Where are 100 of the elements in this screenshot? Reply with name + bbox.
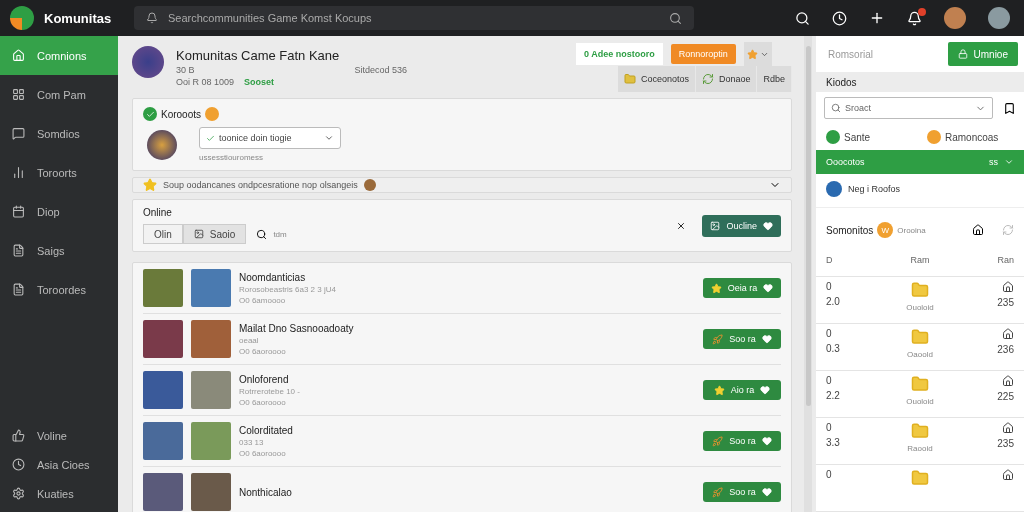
segment-button[interactable]: Olin <box>143 224 183 244</box>
group-title: Somonitos <box>826 224 874 236</box>
sidebar-item[interactable]: Somdios <box>0 114 118 153</box>
heart-icon <box>763 283 774 293</box>
game-subtitle: Rorosobeastris 6a3 2 3 jU4 <box>239 284 337 294</box>
search-icon <box>256 228 268 240</box>
game-meta: O0 6aoroooo <box>239 448 287 458</box>
game-title: Noomdanticias <box>239 271 307 283</box>
panel-select[interactable]: Sroact <box>824 97 993 120</box>
avatar[interactable] <box>944 7 966 29</box>
header-tab[interactable]: Coceonotos <box>617 66 696 92</box>
home-icon <box>1002 280 1014 293</box>
photo-placeholder <box>191 320 231 358</box>
document-icon <box>12 283 25 296</box>
table-cell: 0 <box>826 374 832 386</box>
game-meta: O0 6amoooo <box>239 295 287 305</box>
sidebar-item[interactable]: Toroordes <box>0 270 118 309</box>
play-button[interactable]: Oeia ra <box>703 278 781 298</box>
table-cell: 0.3 <box>826 342 840 354</box>
plus-button[interactable] <box>869 10 885 26</box>
heart-icon <box>761 436 772 446</box>
announcement-banner[interactable]: Soup oodancanes ondpcesratione nop olsangeis <box>132 177 792 193</box>
check-icon <box>143 107 157 121</box>
search-field[interactable]: Searchcommunities Game Komst Kocups <box>134 6 694 30</box>
calendar-icon <box>12 205 25 218</box>
post-select[interactable]: toonice doin tiogie <box>199 127 341 149</box>
table-cell: 2.2 <box>826 389 840 401</box>
table-cell: 3.3 <box>826 436 840 448</box>
play-button[interactable]: Soo ra <box>703 482 781 502</box>
folder-icon <box>911 421 929 440</box>
column-header: Ran <box>997 255 1014 266</box>
segment-button[interactable]: Saoio <box>182 224 247 244</box>
header-tab[interactable]: Donaoe <box>695 66 758 92</box>
clock-button[interactable] <box>832 10 847 26</box>
table-cell: 0 <box>826 327 832 339</box>
sidebar-item[interactable]: Toroorts <box>0 153 118 192</box>
item-label: Neg i Roofos <box>848 184 901 195</box>
header-tab[interactable]: Rdbe <box>757 66 792 92</box>
chat-icon <box>12 127 25 140</box>
badge-icon <box>363 179 376 191</box>
group-subtitle: Orooina <box>897 225 926 235</box>
photo-placeholder <box>143 473 183 511</box>
sidebar-item[interactable]: Asia Cioes <box>0 450 118 479</box>
settings-icon <box>12 487 25 500</box>
app-name: Komunitas <box>44 10 113 26</box>
community-meta: Sitdecod 536 <box>354 65 408 75</box>
table-cell: 0 <box>826 421 832 433</box>
sidebar-item[interactable]: Com Pam <box>0 75 118 114</box>
online-title: Online <box>143 207 172 218</box>
badge-icon <box>205 107 220 121</box>
rocket-icon <box>712 435 724 447</box>
photo-placeholder <box>143 320 183 358</box>
image-icon <box>193 229 204 239</box>
panel-title: Romsorial <box>828 48 873 60</box>
table-cell: Oaoold <box>907 349 933 359</box>
table-cell: 0 <box>826 280 832 292</box>
table-cell: Raooid <box>907 443 933 453</box>
star-icon <box>143 178 157 192</box>
folder-icon <box>911 374 929 393</box>
item-count: ss <box>989 156 998 167</box>
heart-icon <box>761 334 772 344</box>
community-title: Komunitas Came Fatn Kane <box>176 48 341 63</box>
check-icon <box>206 133 215 143</box>
photo-placeholder <box>191 371 231 409</box>
refresh-icon <box>701 73 714 85</box>
chevron-icon <box>324 133 334 143</box>
home-icon <box>1002 327 1014 340</box>
sidebar-item[interactable]: Kuaties <box>0 479 118 508</box>
close-icon[interactable] <box>676 220 687 231</box>
home-icon <box>1002 374 1014 387</box>
play-button[interactable]: Soo ra <box>703 329 781 349</box>
folder-icon <box>911 280 929 299</box>
scrollbar[interactable] <box>805 46 811 406</box>
post-title: Korooots <box>161 108 202 120</box>
game-subtitle: Rotrrerotebe 10 - <box>239 386 301 396</box>
play-button[interactable]: Soo ra <box>703 431 781 451</box>
search-text: tdm <box>273 229 287 239</box>
caption: ussesstiouromess <box>199 153 264 162</box>
star-icon <box>710 282 722 294</box>
heart-icon <box>761 487 772 497</box>
table-cell: 235 <box>997 437 1014 449</box>
photo-placeholder <box>143 422 183 460</box>
bookmark-icon[interactable] <box>1003 101 1016 115</box>
community-stats: Ooi R 08 1009 <box>176 77 235 87</box>
game-title: Onloforend <box>239 373 290 385</box>
game-subtitle: 033 13 <box>239 437 265 447</box>
home-icon[interactable] <box>972 224 984 237</box>
table-cell: 236 <box>997 343 1014 355</box>
option-label: Sante <box>844 131 871 143</box>
join-button[interactable]: 0 Adee nostooro <box>576 43 663 65</box>
search-button[interactable] <box>795 10 810 26</box>
sidebar-item[interactable]: Diop <box>0 192 118 231</box>
photo-placeholder <box>191 473 231 511</box>
lock-icon <box>957 49 968 60</box>
folder-icon <box>623 73 636 85</box>
sidebar-item[interactable]: Saigs <box>0 231 118 270</box>
sidebar-item[interactable]: Voline <box>0 421 118 450</box>
online-button[interactable]: Oucline <box>702 214 781 237</box>
play-button[interactable]: Aio ra <box>703 380 781 400</box>
avatar[interactable] <box>988 7 1010 29</box>
